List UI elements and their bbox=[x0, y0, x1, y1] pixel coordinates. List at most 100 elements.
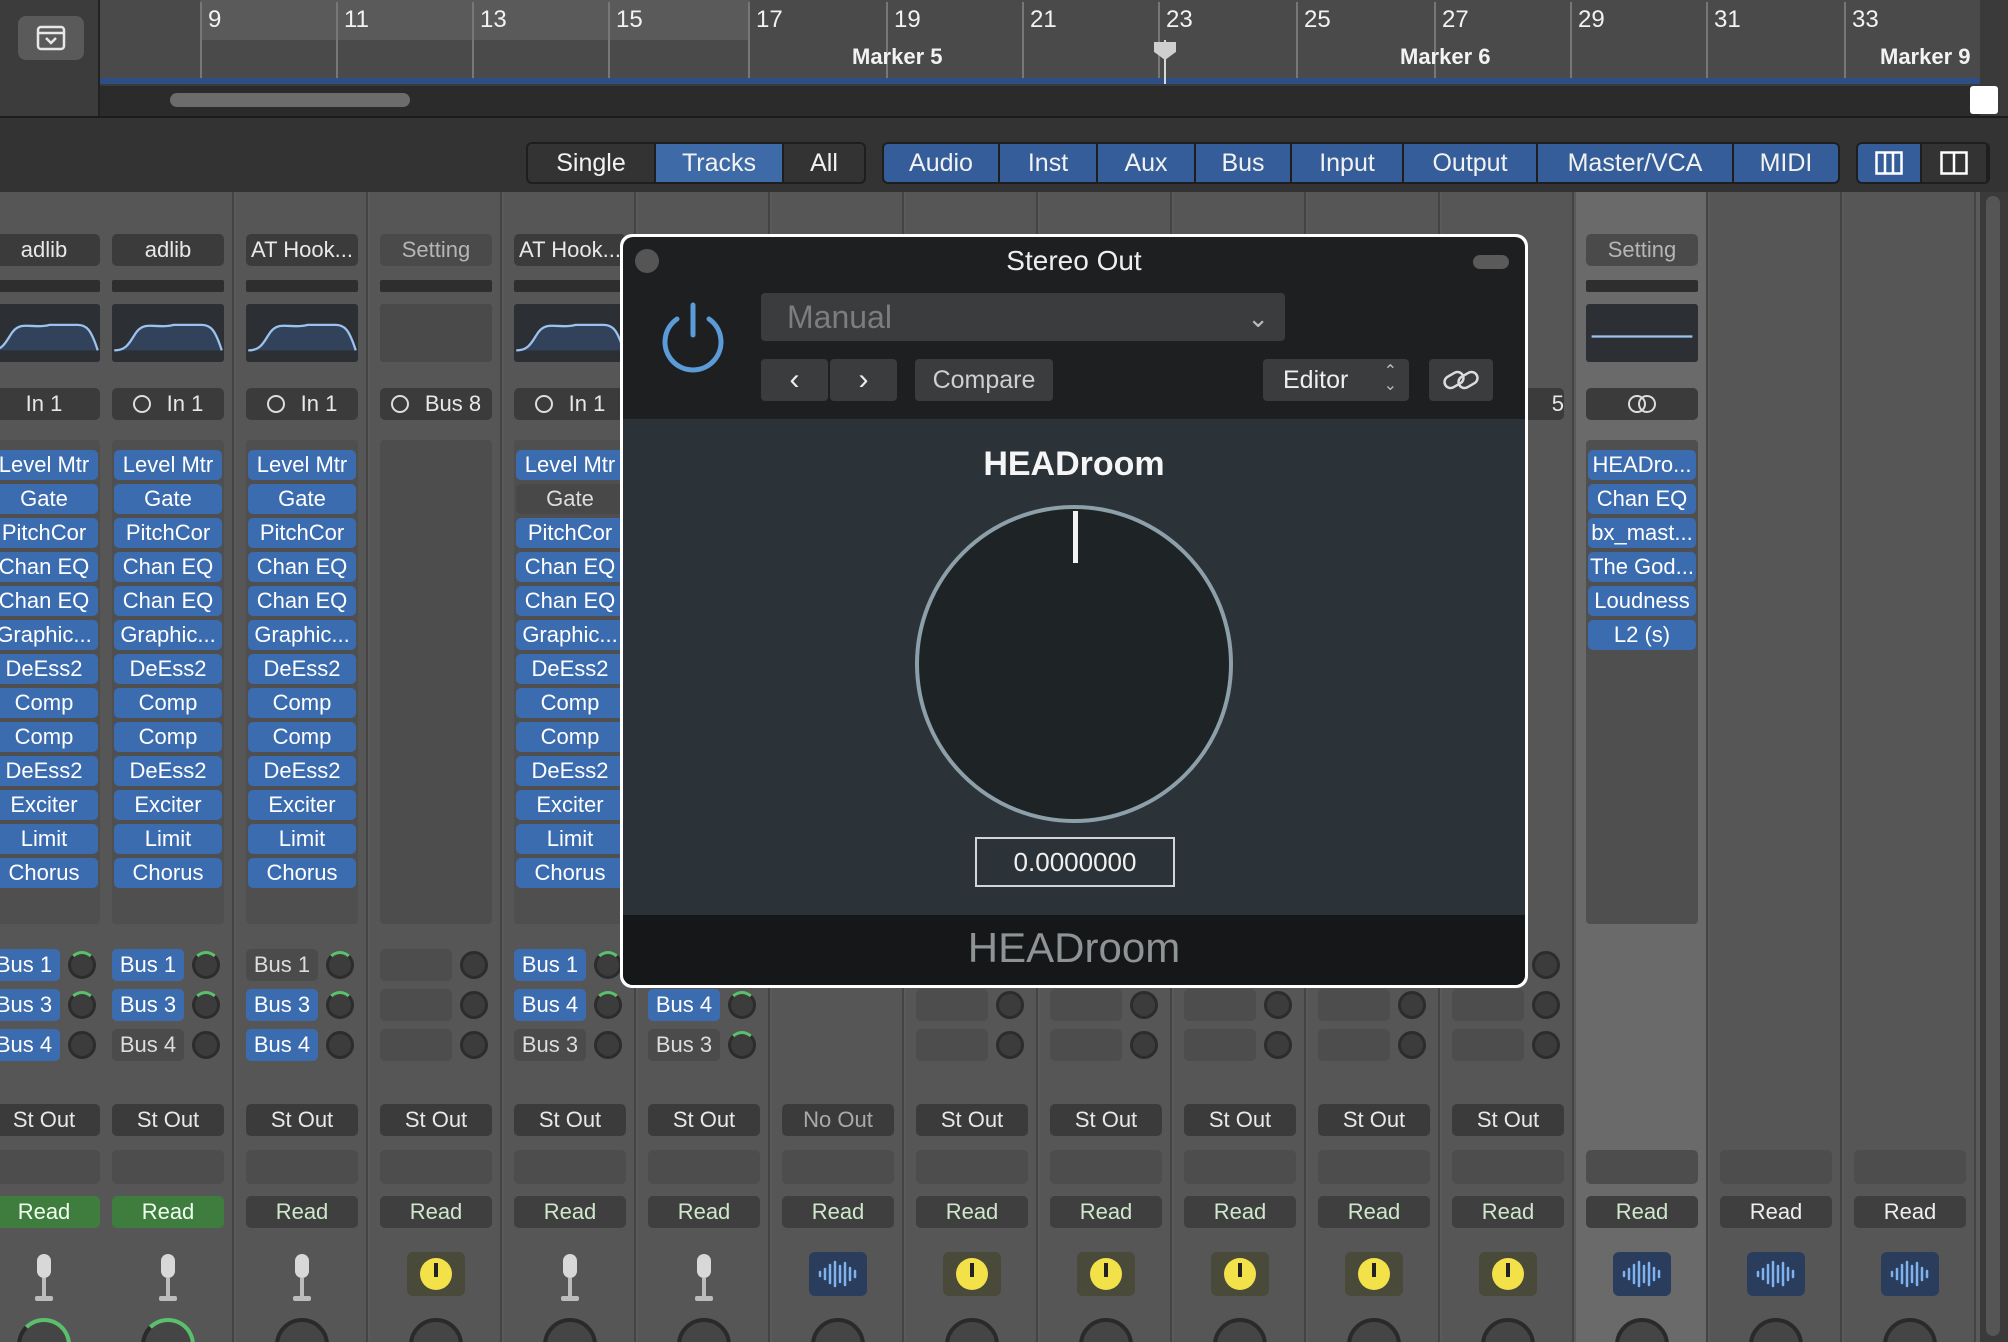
automation-mode[interactable]: Read bbox=[112, 1196, 224, 1228]
automation-mode[interactable]: Read bbox=[514, 1196, 626, 1228]
group-slot[interactable] bbox=[782, 1150, 894, 1184]
eq-thumbnail[interactable] bbox=[514, 304, 626, 362]
plugin-slot[interactable]: Chorus bbox=[0, 858, 98, 888]
automation-mode[interactable]: Read bbox=[1452, 1196, 1564, 1228]
send-level-knob[interactable] bbox=[1264, 1031, 1292, 1059]
send-slot[interactable] bbox=[1318, 989, 1390, 1021]
send-level-knob[interactable] bbox=[594, 1031, 622, 1059]
view-tracks-button[interactable]: Tracks bbox=[656, 144, 784, 182]
send-slot[interactable]: Bus 3 bbox=[0, 989, 60, 1021]
plugin-slot[interactable]: Exciter bbox=[114, 790, 222, 820]
eq-thumbnail[interactable] bbox=[246, 304, 358, 362]
ruler-menu-button[interactable] bbox=[18, 16, 84, 60]
send-slot[interactable]: Bus 3 bbox=[112, 989, 184, 1021]
plugin-slot[interactable]: Chan EQ bbox=[516, 552, 624, 582]
pan-knob[interactable] bbox=[1481, 1318, 1535, 1342]
plugin-slot[interactable]: Graphic... bbox=[516, 620, 624, 650]
automation-mode[interactable]: Read bbox=[1318, 1196, 1430, 1228]
send-slot[interactable]: Bus 1 bbox=[112, 949, 184, 981]
pan-knob[interactable] bbox=[409, 1318, 463, 1342]
eq-thumbnail[interactable] bbox=[0, 304, 100, 362]
send-level-knob[interactable] bbox=[460, 1031, 488, 1059]
plugin-slot[interactable]: Gate bbox=[0, 484, 98, 514]
plugin-slot[interactable]: DeEss2 bbox=[0, 654, 98, 684]
plugin-slot[interactable]: Graphic... bbox=[0, 620, 98, 650]
plugin-slot[interactable]: DeEss2 bbox=[114, 654, 222, 684]
send-slot[interactable] bbox=[380, 1029, 452, 1061]
send-slot[interactable] bbox=[380, 949, 452, 981]
automation-mode[interactable]: Read bbox=[1854, 1196, 1966, 1228]
group-slot[interactable] bbox=[1452, 1150, 1564, 1184]
send-slot[interactable] bbox=[1452, 1029, 1524, 1061]
pan-knob[interactable] bbox=[811, 1318, 865, 1342]
output-slot[interactable]: St Out bbox=[916, 1104, 1028, 1136]
pan-knob[interactable] bbox=[1749, 1318, 1803, 1342]
plugin-slot[interactable]: Comp bbox=[516, 722, 624, 752]
plugin-slot[interactable]: DeEss2 bbox=[248, 756, 356, 786]
pan-knob[interactable] bbox=[945, 1318, 999, 1342]
plugin-slot[interactable]: Chan EQ bbox=[248, 552, 356, 582]
pan-knob[interactable] bbox=[141, 1318, 195, 1342]
group-slot[interactable] bbox=[648, 1150, 760, 1184]
pan-knob[interactable] bbox=[1615, 1318, 1669, 1342]
view-all-button[interactable]: All bbox=[784, 144, 864, 182]
filter-master-vca-button[interactable]: Master/VCA bbox=[1538, 144, 1734, 182]
send-slot[interactable] bbox=[916, 989, 988, 1021]
gain-knob[interactable] bbox=[915, 505, 1233, 823]
output-slot[interactable]: St Out bbox=[0, 1104, 100, 1136]
eq-thumbnail[interactable] bbox=[380, 304, 492, 362]
plugin-slot[interactable]: Comp bbox=[516, 688, 624, 718]
plugin-slot[interactable]: bx_mast... bbox=[1588, 518, 1696, 548]
output-slot[interactable]: St Out bbox=[1318, 1104, 1430, 1136]
plugin-slot[interactable]: Chorus bbox=[516, 858, 624, 888]
input-slot[interactable]: In 1 bbox=[246, 388, 358, 420]
input-slot[interactable]: In 1 bbox=[112, 388, 224, 420]
collapse-button[interactable] bbox=[1473, 255, 1509, 269]
scroll-thumb[interactable] bbox=[1986, 196, 2000, 1336]
plugin-slot[interactable]: Chan EQ bbox=[0, 552, 98, 582]
plugin-slot[interactable]: PitchCor bbox=[114, 518, 222, 548]
plugin-slot[interactable]: Chan EQ bbox=[114, 586, 222, 616]
bar-ruler[interactable]: 9 11 13 15 17 19 21 23 25 27 29 31 33 Ma… bbox=[100, 0, 1980, 82]
send-level-knob[interactable] bbox=[68, 1031, 96, 1059]
automation-mode[interactable]: Read bbox=[1184, 1196, 1296, 1228]
filter-inst-button[interactable]: Inst bbox=[1000, 144, 1098, 182]
send-level-knob[interactable] bbox=[68, 951, 96, 979]
plugin-slot[interactable]: Graphic... bbox=[248, 620, 356, 650]
send-level-knob[interactable] bbox=[68, 991, 96, 1019]
scroll-thumb[interactable] bbox=[170, 93, 410, 107]
value-field[interactable]: 0.0000000 bbox=[975, 837, 1175, 887]
send-level-knob[interactable] bbox=[1264, 991, 1292, 1019]
plugin-slot[interactable]: PitchCor bbox=[516, 518, 624, 548]
automation-mode[interactable]: Read bbox=[1586, 1196, 1698, 1228]
plugin-slot[interactable]: Limit bbox=[114, 824, 222, 854]
plugin-slot[interactable]: HEADro... bbox=[1588, 450, 1696, 480]
send-level-knob[interactable] bbox=[1532, 951, 1560, 979]
pan-knob[interactable] bbox=[1213, 1318, 1267, 1342]
send-level-knob[interactable] bbox=[326, 991, 354, 1019]
plugin-slot[interactable]: Loudness bbox=[1588, 586, 1696, 616]
group-slot[interactable] bbox=[514, 1150, 626, 1184]
output-slot[interactable]: St Out bbox=[1184, 1104, 1296, 1136]
cycle-region[interactable] bbox=[200, 0, 750, 40]
plugin-slot[interactable]: DeEss2 bbox=[114, 756, 222, 786]
send-slot[interactable]: Bus 3 bbox=[648, 1029, 720, 1061]
send-slot[interactable]: Bus 3 bbox=[514, 1029, 586, 1061]
eq-thumbnail[interactable] bbox=[112, 304, 224, 362]
view-menu[interactable]: Editor ⌃ ⌄ bbox=[1263, 359, 1409, 401]
pan-knob[interactable] bbox=[543, 1318, 597, 1342]
input-slot[interactable]: In 1 bbox=[514, 388, 626, 420]
group-slot[interactable] bbox=[1586, 1150, 1698, 1184]
output-slot[interactable]: St Out bbox=[1050, 1104, 1162, 1136]
send-level-knob[interactable] bbox=[1130, 1031, 1158, 1059]
output-slot[interactable]: St Out bbox=[246, 1104, 358, 1136]
send-level-knob[interactable] bbox=[1532, 991, 1560, 1019]
group-slot[interactable] bbox=[246, 1150, 358, 1184]
send-level-knob[interactable] bbox=[996, 991, 1024, 1019]
send-level-knob[interactable] bbox=[1532, 1031, 1560, 1059]
plugin-slot[interactable]: Level Mtr bbox=[0, 450, 98, 480]
send-slot[interactable] bbox=[1050, 989, 1122, 1021]
send-slot[interactable] bbox=[1184, 1029, 1256, 1061]
send-level-knob[interactable] bbox=[728, 1031, 756, 1059]
wide-strips-button[interactable] bbox=[1858, 144, 1922, 182]
